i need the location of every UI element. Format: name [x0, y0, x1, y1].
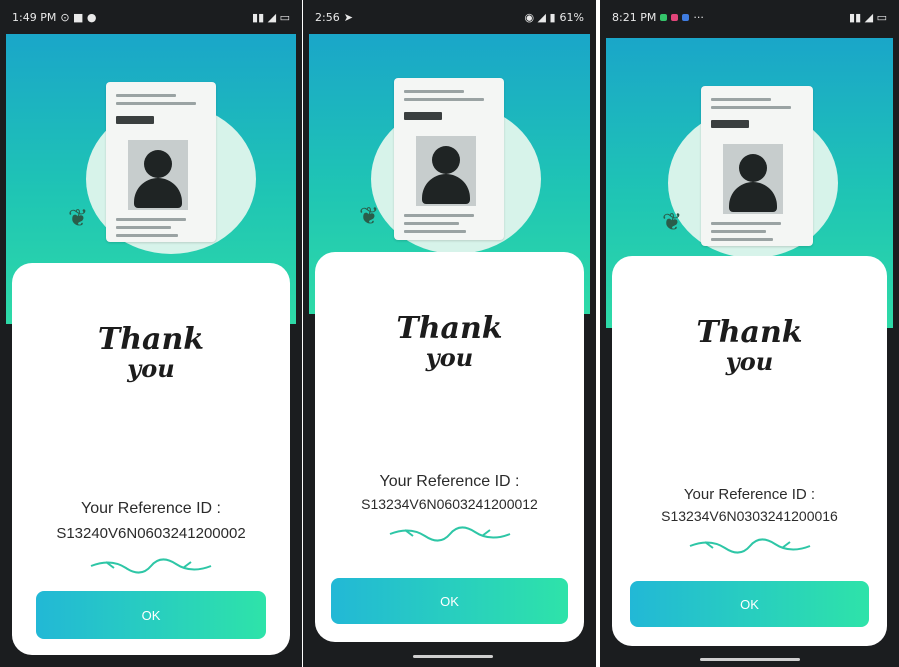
ok-button[interactable]: OK	[36, 591, 266, 639]
signal-icons: ◉ ◢ ▮	[524, 10, 556, 24]
leaf-icon: ❦	[359, 202, 380, 230]
flourish-divider-icon	[90, 558, 212, 574]
voter-id-card-icon	[106, 82, 216, 242]
thank-you-heading: Thank you	[97, 322, 205, 383]
status-bar: 8:21 PM ··· ▮▮ ◢ ▭	[600, 0, 899, 34]
reference-id: S13234V6N0603241200012	[361, 496, 538, 512]
app-notification-icon	[682, 13, 690, 21]
leaf-icon: ❦	[68, 204, 89, 232]
status-bar: 1:49 PM ⊙ ■ ● ▮▮ ◢ ▭	[0, 0, 302, 34]
thank-you-heading: Thank you	[396, 311, 503, 372]
more-icon: ···	[693, 10, 704, 24]
confirmation-card: Thank you Your Reference ID : S13240V6N0…	[12, 263, 290, 655]
person-silhouette-icon	[144, 150, 172, 178]
phone-screen-1: 1:49 PM ⊙ ■ ● ▮▮ ◢ ▭ ❦ Thank you Your Re…	[0, 0, 302, 667]
ok-button[interactable]: OK	[331, 578, 568, 624]
flourish-divider-icon	[689, 538, 810, 554]
battery-percent: 61%	[559, 10, 584, 24]
status-time: 2:56	[315, 10, 340, 24]
reference-id: S13240V6N0603241200002	[56, 525, 246, 542]
signal-battery-icons: ▮▮ ◢ ▭	[849, 10, 887, 24]
confirmation-card: Thank you Your Reference ID : S13234V6N0…	[612, 256, 887, 646]
gesture-bar	[700, 658, 800, 661]
gesture-bar	[413, 655, 493, 658]
navigation-arrow-icon: ➤	[343, 10, 353, 24]
person-silhouette-icon	[739, 154, 767, 182]
person-silhouette-icon	[432, 146, 460, 174]
signal-battery-icons: ▮▮ ◢ ▭	[252, 10, 290, 24]
phone-screen-3: 8:21 PM ··· ▮▮ ◢ ▭ ❦ Thank you Your Refe…	[600, 0, 899, 667]
confirmation-card: Thank you Your Reference ID : S13234V6N0…	[315, 252, 584, 642]
notification-icon: ⊙ ■ ●	[60, 10, 97, 24]
app-notification-icon	[671, 13, 679, 21]
thank-you-heading: Thank you	[696, 315, 803, 376]
ok-button[interactable]: OK	[630, 581, 869, 627]
status-time: 8:21 PM	[612, 10, 657, 24]
reference-id: S13234V6N0303241200016	[661, 508, 838, 524]
status-bar: 2:56 ➤ ◉ ◢ ▮ 61%	[303, 0, 596, 34]
reference-label: Your Reference ID :	[379, 473, 520, 490]
status-time: 1:49 PM	[12, 10, 57, 24]
voter-id-card-icon	[701, 86, 813, 246]
flourish-divider-icon	[389, 526, 510, 542]
app-notification-icon	[660, 13, 668, 21]
leaf-icon: ❦	[662, 208, 683, 236]
voter-id-card-icon	[394, 78, 504, 240]
phone-screen-2: 2:56 ➤ ◉ ◢ ▮ 61% ❦ Thank you Your Refere…	[303, 0, 596, 667]
reference-label: Your Reference ID :	[683, 486, 816, 503]
reference-label: Your Reference ID :	[81, 500, 221, 517]
